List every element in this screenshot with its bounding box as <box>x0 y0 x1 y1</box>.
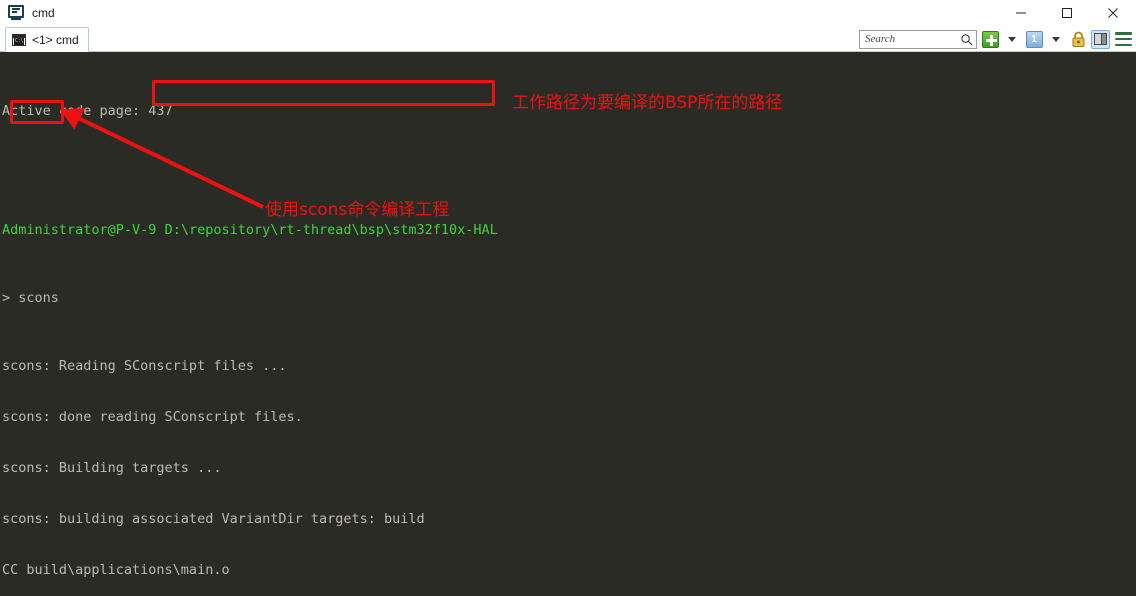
menu-button[interactable] <box>1114 30 1132 48</box>
prompt-path: D:\repository\rt-thread\bsp\stm32f10x-HA… <box>164 222 498 238</box>
new-console-button[interactable] <box>981 30 999 48</box>
search-placeholder: Search <box>865 33 896 45</box>
chevron-down-icon <box>1008 36 1016 42</box>
conemu-window: cmd C:\. <1> cmd Search 1 Active code pa… <box>0 0 1136 596</box>
tab-cmd-1[interactable]: C:\. <1> cmd <box>5 27 89 52</box>
maximize-button[interactable] <box>1044 0 1090 26</box>
console-line: scons: building associated VariantDir ta… <box>2 511 425 527</box>
prompt-user-host: Administrator@P-V-9 <box>2 222 157 238</box>
title-bar: cmd <box>0 0 1136 26</box>
chevron-down-icon <box>1052 36 1060 42</box>
active-console-button[interactable]: 1 <box>1025 30 1043 48</box>
minimize-icon <box>1016 12 1026 14</box>
hamburger-menu-icon <box>1114 32 1132 46</box>
search-input[interactable]: Search <box>859 29 977 49</box>
window-title: cmd <box>32 6 55 20</box>
console-line: Active code page: 437 <box>2 103 173 119</box>
close-button[interactable] <box>1090 0 1136 26</box>
terminal-text: Active code page: 437 Administrator@P-V-… <box>2 52 498 596</box>
console-line: scons: Reading SConscript files ... <box>2 358 287 374</box>
console-command-line: > scons <box>2 290 498 307</box>
close-icon <box>1108 8 1118 18</box>
magnifier-icon <box>961 33 973 45</box>
lock-button[interactable] <box>1069 30 1087 48</box>
panel-toggle-button[interactable] <box>1091 29 1110 49</box>
panel-layout-icon <box>1094 33 1107 45</box>
new-console-dropdown[interactable] <box>1003 30 1021 48</box>
console-line: scons: Building targets ... <box>2 460 222 476</box>
typed-command: scons <box>18 290 59 306</box>
console-tab-icon: C:\. <box>12 33 26 46</box>
console-app-icon <box>8 5 24 21</box>
maximize-icon <box>1062 8 1072 18</box>
console-output-area[interactable]: Active code page: 437 Administrator@P-V-… <box>0 52 1136 596</box>
plus-icon <box>981 30 999 48</box>
lock-icon <box>1072 31 1084 47</box>
console-line: scons: done reading SConscript files. <box>2 409 303 425</box>
active-console-dropdown[interactable] <box>1047 30 1065 48</box>
tab-label: <1> cmd <box>32 32 79 47</box>
tab-strip: C:\. <1> cmd Search 1 <box>0 26 1136 52</box>
console-number-icon: 1 <box>1025 30 1043 48</box>
console-prompt-line: Administrator@P-V-9 D:\repository\rt-thr… <box>2 222 498 239</box>
minimize-button[interactable] <box>998 0 1044 26</box>
tab-icon-text: C:\. <box>14 37 26 45</box>
prompt-symbol: > <box>2 290 11 306</box>
window-controls <box>998 0 1136 26</box>
prompt-spacer <box>156 222 164 238</box>
right-toolbar: Search 1 <box>859 28 1132 50</box>
console-line: CC build\applications\main.o <box>2 562 230 578</box>
